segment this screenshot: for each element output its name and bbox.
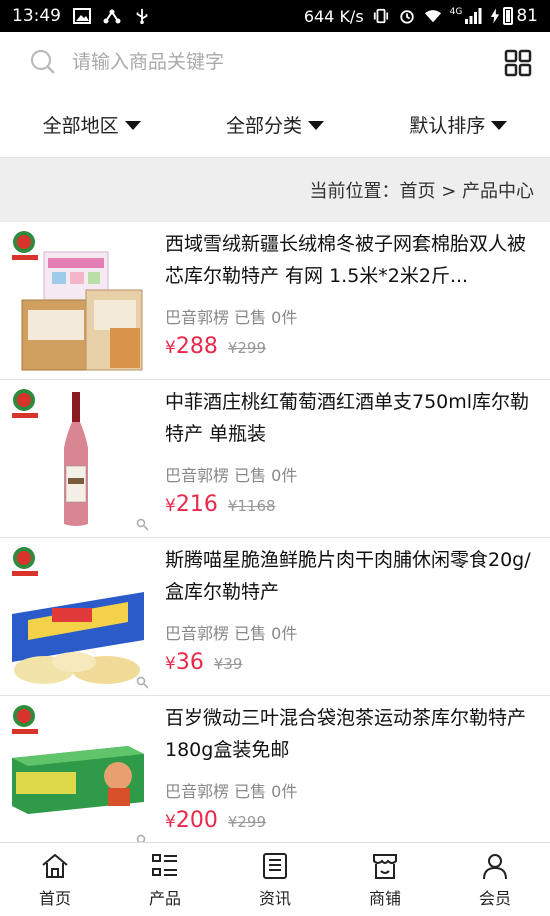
zoom-icon[interactable] <box>136 676 148 689</box>
filter-sort[interactable]: 默认排序 <box>367 92 550 157</box>
filter-bar: 全部地区 全部分类 默认排序 <box>0 92 550 158</box>
product-title[interactable]: 西域雪绒新疆长绒棉冬被子网套棉胎双人被芯库尔勒特产 有网 1.5米*2米2斤..… <box>165 228 535 292</box>
nav-member-label: 会员 <box>478 888 511 908</box>
user-icon <box>483 853 507 879</box>
nav-shop-label: 商铺 <box>368 888 401 908</box>
price-row: ¥288 ¥299 <box>165 334 266 359</box>
original-price: ¥39 <box>213 655 243 673</box>
price-symbol: ¥ <box>165 338 176 358</box>
shop-icon <box>373 853 397 879</box>
caret-down-icon <box>491 121 508 130</box>
search-input[interactable] <box>72 46 472 78</box>
vibrate-icon <box>373 8 388 24</box>
nav-home[interactable]: 首页 <box>0 843 110 916</box>
nav-products-label: 产品 <box>148 888 181 908</box>
wifi-icon <box>424 10 441 23</box>
status-time: 13:49 <box>12 6 61 26</box>
product-meta: 巴音郭楞 已售 0件 <box>165 308 298 327</box>
search-icon[interactable] <box>30 49 56 75</box>
product-item[interactable]: 斯腾喵星脆渔鲜脆片肉干肉脯休闲零食20g/盒库尔勒特产 巴音郭楞 已售 0件 ¥… <box>0 538 550 696</box>
product-meta: 巴音郭楞 已售 0件 <box>165 466 298 485</box>
nav-news[interactable]: 资讯 <box>220 843 330 916</box>
wine-bottle-image <box>12 389 88 526</box>
home-icon <box>42 853 68 878</box>
alarm-icon <box>399 10 414 24</box>
nav-products[interactable]: 产品 <box>110 843 220 916</box>
price-row: ¥200 ¥299 <box>165 808 266 833</box>
product-price: ¥200 <box>165 808 218 833</box>
network-type: 4G <box>449 7 463 17</box>
product-price: ¥216 <box>165 492 218 517</box>
product-image[interactable] <box>8 228 148 374</box>
product-image[interactable] <box>8 702 148 848</box>
product-image[interactable] <box>8 386 148 532</box>
price-value: 288 <box>175 334 218 359</box>
price-value: 200 <box>175 808 218 833</box>
battery-icon <box>503 7 514 25</box>
net-speed: 644 K/s <box>303 6 364 26</box>
news-icon <box>263 852 287 879</box>
filter-region-label: 全部地区 <box>42 115 119 137</box>
caret-down-icon <box>308 121 324 130</box>
product-price: ¥36 <box>165 650 204 675</box>
original-price: ¥1168 <box>227 497 276 515</box>
tea-box-image <box>12 705 144 814</box>
product-item[interactable]: 西域雪绒新疆长绒棉冬被子网套棉胎双人被芯库尔勒特产 有网 1.5米*2米2斤..… <box>0 222 550 380</box>
grid-view-icon[interactable] <box>504 49 532 77</box>
product-price: ¥288 <box>165 334 218 359</box>
product-item[interactable]: 中菲酒庄桃红葡萄酒红酒单支750ml库尔勒特产 单瓶装 巴音郭楞 已售 0件 ¥… <box>0 380 550 538</box>
product-meta: 巴音郭楞 已售 0件 <box>165 782 298 801</box>
battery-indicator: 81 <box>490 6 538 26</box>
price-symbol: ¥ <box>165 496 176 516</box>
filter-region[interactable]: 全部地区 <box>0 92 183 157</box>
caret-down-icon <box>124 121 141 130</box>
price-row: ¥36 ¥39 <box>165 650 242 675</box>
product-title[interactable]: 斯腾喵星脆渔鲜脆片肉干肉脯休闲零食20g/盒库尔勒特产 <box>165 544 535 608</box>
breadcrumb-text: 当前位置：首页 > 产品中心 <box>309 181 534 202</box>
original-price: ¥299 <box>227 339 267 357</box>
price-value: 216 <box>175 492 218 517</box>
zoom-icon[interactable] <box>136 518 148 531</box>
share-notification-icon <box>103 9 121 24</box>
filter-category[interactable]: 全部分类 <box>183 92 366 157</box>
price-row: ¥216 ¥1168 <box>165 492 276 517</box>
nav-news-label: 资讯 <box>258 888 291 908</box>
product-item[interactable]: 百岁微动三叶混合袋泡茶运动茶库尔勒特产180g盒装免邮 巴音郭楞 已售 0件 ¥… <box>0 696 550 854</box>
signal-icon <box>465 8 482 24</box>
quilt-package-image <box>12 231 143 371</box>
charging-icon <box>491 8 500 24</box>
usb-icon <box>136 8 148 24</box>
nav-member[interactable]: 会员 <box>440 843 550 916</box>
original-price: ¥299 <box>227 813 267 831</box>
bottom-nav: 首页 产品 资讯 商铺 会员 <box>0 842 550 916</box>
price-symbol: ¥ <box>165 812 176 832</box>
product-title[interactable]: 中菲酒庄桃红葡萄酒红酒单支750ml库尔勒特产 单瓶装 <box>165 386 535 450</box>
product-list: 西域雪绒新疆长绒棉冬被子网套棉胎双人被芯库尔勒特产 有网 1.5米*2米2斤..… <box>0 222 550 854</box>
nav-shop[interactable]: 商铺 <box>330 843 440 916</box>
price-symbol: ¥ <box>165 654 176 674</box>
battery-level: 81 <box>516 6 538 26</box>
nav-home-label: 首页 <box>38 888 71 908</box>
filter-sort-label: 默认排序 <box>409 115 486 137</box>
breadcrumb: 当前位置：首页 > 产品中心 <box>0 158 550 222</box>
snack-package-image <box>12 547 144 684</box>
product-image[interactable] <box>8 544 148 690</box>
price-value: 36 <box>175 650 204 675</box>
status-bar: 13:49 644 K/s 4G 81 <box>0 0 550 32</box>
product-title[interactable]: 百岁微动三叶混合袋泡茶运动茶库尔勒特产180g盒装免邮 <box>165 702 535 766</box>
product-meta: 巴音郭楞 已售 0件 <box>165 624 298 643</box>
product-list-icon <box>152 853 177 876</box>
search-bar <box>0 32 550 92</box>
filter-category-label: 全部分类 <box>225 115 302 137</box>
image-notification-icon <box>73 8 91 24</box>
